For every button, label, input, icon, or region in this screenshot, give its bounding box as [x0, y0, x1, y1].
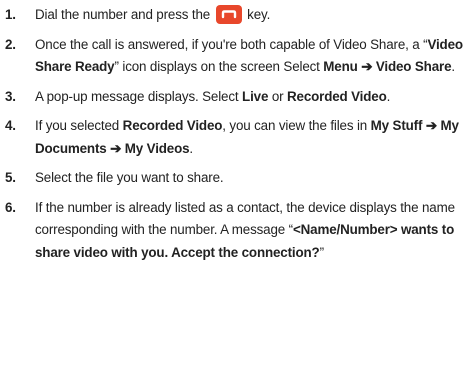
step-text-run: key.: [243, 7, 271, 22]
step-text: A pop-up message displays. Select Live o…: [35, 89, 390, 104]
instruction-steps: 1. Dial the number and press the key. 2. On…: [5, 4, 476, 264]
step-number: 1.: [5, 7, 16, 22]
step-text-run: Select the file you want to share.: [35, 170, 224, 185]
step-text-run: .: [451, 59, 455, 74]
step-item: 1. Dial the number and press the key.: [5, 4, 476, 27]
step-text: If the number is already listed as a con…: [35, 200, 455, 260]
step-number: 2.: [5, 36, 16, 52]
step-text-run: If you selected: [35, 118, 123, 133]
step-text: If you selected Recorded Video, you can …: [35, 118, 459, 156]
bold-term: Recorded Video: [122, 118, 223, 133]
step-text-run: .: [189, 140, 193, 156]
manual-page: 1. Dial the number and press the key. 2. On…: [0, 0, 476, 390]
step-text-run: Once the call is answered, if you're bot…: [35, 36, 428, 52]
step-number: 6.: [5, 199, 16, 215]
step-item: 2. Once the call is answered, if you're b…: [5, 34, 476, 79]
bold-term: Recorded Video: [287, 88, 387, 104]
step-text-run: ”: [319, 244, 324, 260]
step-text-run: Dial the number and press the: [35, 7, 214, 22]
step-text-run: , you can view the files in: [222, 118, 371, 133]
step-text: Dial the number and press the key.: [35, 5, 271, 24]
step-number: 3.: [5, 88, 16, 104]
step-text: Select the file you want to share.: [35, 170, 224, 185]
step-item: 3. A pop-up message displays. Select Live…: [5, 86, 476, 109]
step-text-run: ” icon displays on the screen Select: [114, 59, 324, 74]
step-number: 4.: [5, 118, 16, 133]
step-text-run: .: [386, 88, 391, 104]
step-item: 4. If you selected Recorded Video, you ca…: [5, 115, 476, 160]
bold-term: Live: [242, 88, 269, 104]
step-item: 5. Select the file you want to share.: [5, 167, 476, 190]
step-text: Once the call is answered, if you're bot…: [35, 37, 463, 75]
bold-term: Menu ➔ Video Share: [323, 59, 452, 74]
step-text-run: or: [268, 88, 287, 104]
step-text-run: A pop-up message displays. Select: [35, 88, 243, 104]
step-number: 5.: [5, 170, 16, 185]
send-key-icon: [215, 5, 242, 24]
step-item: 6. If the number is already listed as a c…: [5, 197, 476, 265]
